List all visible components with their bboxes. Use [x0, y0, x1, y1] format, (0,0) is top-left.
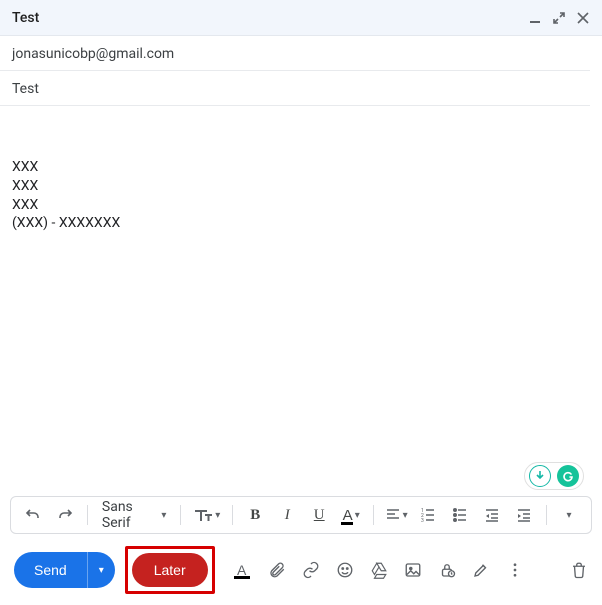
- send-button[interactable]: Send: [14, 552, 87, 588]
- window-title: Test: [12, 10, 528, 26]
- compose-actions: Send ▾ Later A: [0, 542, 602, 598]
- send-options-button[interactable]: ▾: [87, 552, 115, 588]
- expand-icon[interactable]: [552, 11, 566, 25]
- text-color-button[interactable]: A ▾: [337, 501, 365, 529]
- send-button-group: Send ▾: [14, 552, 115, 588]
- message-body[interactable]: XXX XXX XXX (XXX) - XXXXXXX: [0, 106, 602, 496]
- subject-field[interactable]: Test: [0, 71, 590, 106]
- chevron-down-icon: ▾: [403, 510, 408, 521]
- formatting-toolbar: Sans Serif ▾ ▾ B I U A ▾ ▾ 123 ▾: [10, 496, 592, 534]
- chevron-down-icon: ▾: [161, 510, 166, 521]
- insert-image-icon[interactable]: [403, 560, 423, 580]
- separator: [546, 505, 547, 525]
- font-name: Sans Serif: [102, 499, 157, 531]
- redo-button[interactable]: [51, 501, 79, 529]
- underline-button[interactable]: U: [305, 501, 333, 529]
- attach-file-icon[interactable]: [267, 560, 287, 580]
- extension-badge-1[interactable]: [529, 465, 551, 487]
- chevron-down-icon: ▾: [99, 565, 104, 576]
- chevron-down-icon: ▾: [355, 510, 360, 521]
- confidential-mode-icon[interactable]: [437, 560, 457, 580]
- send-label: Send: [34, 562, 67, 578]
- close-icon[interactable]: [576, 11, 590, 25]
- formatting-toggle-button[interactable]: A: [231, 559, 253, 581]
- separator: [87, 505, 88, 525]
- indent-more-button[interactable]: [510, 501, 538, 529]
- undo-button[interactable]: [19, 501, 47, 529]
- minimize-icon[interactable]: [528, 11, 542, 25]
- later-button[interactable]: Later: [132, 553, 208, 587]
- font-picker[interactable]: Sans Serif ▾: [96, 499, 173, 531]
- separator: [180, 505, 181, 525]
- align-button[interactable]: ▾: [382, 501, 410, 529]
- message-body-text: XXX XXX XXX (XXX) - XXXXXXX: [12, 159, 120, 232]
- window-titlebar: Test: [0, 0, 602, 36]
- extension-badges: [524, 462, 584, 490]
- svg-text:3: 3: [421, 518, 424, 523]
- insert-signature-icon[interactable]: [471, 560, 491, 580]
- subject-value: Test: [12, 81, 39, 97]
- more-formatting-button[interactable]: ▾: [555, 501, 583, 529]
- numbered-list-button[interactable]: 123: [414, 501, 442, 529]
- window-controls: [528, 11, 590, 25]
- chevron-down-icon: ▾: [566, 510, 571, 521]
- discard-draft-icon[interactable]: [570, 561, 588, 579]
- chevron-down-icon: ▾: [215, 510, 220, 521]
- grammarly-icon[interactable]: [557, 465, 579, 487]
- later-label: Later: [154, 562, 186, 578]
- indent-less-button[interactable]: [478, 501, 506, 529]
- recipient-value: jonasunicobp@gmail.com: [12, 46, 174, 62]
- bulleted-list-button[interactable]: [446, 501, 474, 529]
- more-options-icon[interactable]: [505, 560, 525, 580]
- recipient-field[interactable]: jonasunicobp@gmail.com: [0, 36, 590, 71]
- insert-drive-icon[interactable]: [369, 560, 389, 580]
- later-highlight-box: Later: [125, 546, 215, 594]
- separator: [232, 505, 233, 525]
- separator: [373, 505, 374, 525]
- bold-button[interactable]: B: [241, 501, 269, 529]
- italic-button[interactable]: I: [273, 501, 301, 529]
- compose-icon-row: A: [231, 559, 525, 581]
- insert-link-icon[interactable]: [301, 560, 321, 580]
- font-size-picker[interactable]: ▾: [189, 507, 224, 523]
- insert-emoji-icon[interactable]: [335, 560, 355, 580]
